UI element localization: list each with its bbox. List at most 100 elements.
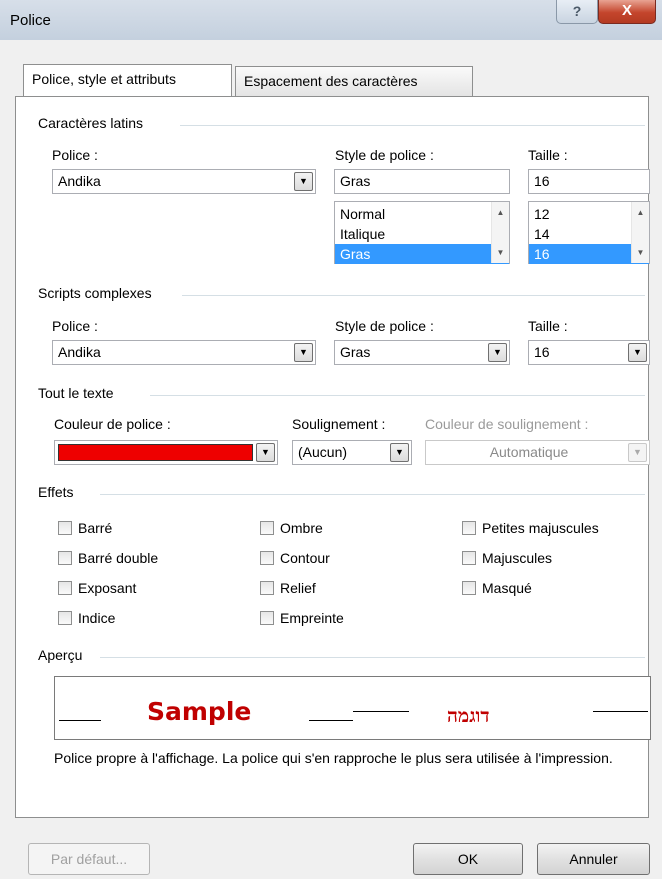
group-divider — [180, 125, 645, 126]
underline-label: Soulignement : — [292, 416, 386, 432]
scrollbar[interactable]: ▲ ▼ — [631, 202, 649, 263]
underline-color-combo: Automatique ▼ — [425, 440, 650, 465]
chevron-down-icon: ▼ — [628, 443, 647, 462]
checkbox-label: Masqué — [482, 580, 532, 596]
latin-font-combo[interactable]: Andika ▼ — [52, 169, 316, 194]
effects-group-label: Effets — [38, 484, 80, 500]
chevron-down-icon[interactable]: ▼ — [390, 443, 409, 462]
checkbox-box[interactable] — [58, 521, 72, 535]
checkbox-label: Ombre — [280, 520, 323, 536]
checkbox-superscript[interactable]: Exposant — [58, 579, 136, 597]
checkbox-emboss[interactable]: Relief — [260, 579, 316, 597]
cancel-button[interactable]: Annuler — [537, 843, 650, 875]
group-divider — [150, 395, 645, 396]
underline-combo[interactable]: (Aucun) ▼ — [292, 440, 412, 465]
checkbox-label: Barré — [78, 520, 113, 536]
complex-style-combo[interactable]: Gras ▼ — [334, 340, 510, 365]
checkbox-label: Petites majuscules — [482, 520, 599, 536]
checkbox-subscript[interactable]: Indice — [58, 609, 115, 627]
checkbox-small-caps[interactable]: Petites majuscules — [462, 519, 599, 537]
ok-button[interactable]: OK — [413, 843, 523, 875]
combo-value: Automatique — [489, 444, 569, 460]
complex-font-label: Police : — [52, 318, 98, 334]
combo-value: Andika — [58, 173, 101, 189]
help-button[interactable]: ? — [556, 0, 598, 24]
scroll-up-icon[interactable]: ▲ — [632, 204, 649, 221]
scroll-down-icon[interactable]: ▼ — [492, 244, 509, 261]
preview-baseline — [353, 711, 409, 712]
tab-character-spacing[interactable]: Espacement des caractères — [235, 66, 473, 96]
list-item[interactable]: Normal — [335, 204, 509, 224]
complex-size-combo[interactable]: 16 ▼ — [528, 340, 650, 365]
list-item[interactable]: Italique — [335, 224, 509, 244]
group-divider — [100, 494, 645, 495]
complex-font-combo[interactable]: Andika ▼ — [52, 340, 316, 365]
checkbox-box[interactable] — [260, 551, 274, 565]
preview-baseline — [593, 711, 648, 712]
chevron-down-icon[interactable]: ▼ — [294, 343, 313, 362]
combo-value: (Aucun) — [298, 444, 348, 460]
scroll-up-icon[interactable]: ▲ — [492, 204, 509, 221]
checkbox-box[interactable] — [260, 611, 274, 625]
chevron-down-icon[interactable]: ▼ — [628, 343, 647, 362]
checkbox-box[interactable] — [260, 521, 274, 535]
combo-value: Andika — [58, 344, 101, 360]
input-value: Gras — [340, 173, 371, 189]
latin-group-label: Caractères latins — [38, 115, 150, 131]
close-button[interactable]: X — [598, 0, 656, 24]
latin-size-input[interactable]: 16 — [528, 169, 650, 194]
combo-value: Gras — [340, 344, 371, 360]
preview-note: Police propre à l'affichage. La police q… — [54, 750, 613, 766]
preview-sample-latin: Sample — [147, 697, 252, 726]
checkbox-shadow[interactable]: Ombre — [260, 519, 323, 537]
latin-style-input[interactable]: Gras — [334, 169, 510, 194]
color-swatch — [58, 444, 253, 461]
checkbox-box[interactable] — [58, 581, 72, 595]
complex-style-label: Style de police : — [335, 318, 434, 334]
chevron-down-icon[interactable]: ▼ — [294, 172, 313, 191]
checkbox-label: Majuscules — [482, 550, 553, 566]
tab-label: Police, style et attributs — [32, 71, 176, 87]
latin-style-label: Style de police : — [335, 147, 434, 163]
font-color-label: Couleur de police : — [54, 416, 171, 432]
chevron-down-icon[interactable]: ▼ — [488, 343, 507, 362]
window-title: Police — [10, 12, 51, 29]
checkbox-engrave[interactable]: Empreinte — [260, 609, 344, 627]
checkbox-hidden[interactable]: Masqué — [462, 579, 532, 597]
chevron-down-icon[interactable]: ▼ — [256, 443, 275, 462]
font-dialog: Police ? X Police, style et attributs Es… — [0, 0, 662, 879]
tab-label: Espacement des caractères — [244, 73, 418, 89]
title-bar: Police ? X — [0, 0, 662, 40]
checkbox-box[interactable] — [462, 581, 476, 595]
checkbox-outline[interactable]: Contour — [260, 549, 330, 567]
preview-group-label: Aperçu — [38, 647, 89, 663]
list-item-selected[interactable]: Gras — [335, 244, 509, 264]
combo-value: 16 — [534, 344, 550, 360]
scroll-down-icon[interactable]: ▼ — [632, 244, 649, 261]
checkbox-label: Exposant — [78, 580, 137, 596]
checkbox-box[interactable] — [58, 551, 72, 565]
preview-baseline — [309, 720, 353, 721]
default-button[interactable]: Par défaut... — [28, 843, 150, 875]
latin-style-list[interactable]: Normal Italique Gras ▲ ▼ — [334, 201, 510, 264]
font-color-combo[interactable]: ▼ — [54, 440, 278, 465]
checkbox-strikethrough[interactable]: Barré — [58, 519, 112, 537]
latin-size-list[interactable]: 12 14 16 ▲ ▼ — [528, 201, 650, 264]
complex-group-label: Scripts complexes — [38, 285, 158, 301]
checkbox-all-caps[interactable]: Majuscules — [462, 549, 552, 567]
latin-font-label: Police : — [52, 147, 98, 163]
tab-font-style-attributes[interactable]: Police, style et attributs — [23, 64, 232, 96]
checkbox-box[interactable] — [260, 581, 274, 595]
scrollbar[interactable]: ▲ ▼ — [491, 202, 509, 263]
underline-color-label: Couleur de soulignement : — [425, 416, 589, 432]
checkbox-label: Barré double — [78, 550, 159, 566]
checkbox-box[interactable] — [462, 551, 476, 565]
preview-box: Sample דוגמה — [54, 676, 651, 740]
preview-baseline — [59, 720, 101, 721]
checkbox-box[interactable] — [462, 521, 476, 535]
checkbox-double-strikethrough[interactable]: Barré double — [58, 549, 158, 567]
checkbox-label: Empreinte — [280, 610, 344, 626]
checkbox-box[interactable] — [58, 611, 72, 625]
checkbox-label: Contour — [280, 550, 330, 566]
all-text-group-label: Tout le texte — [38, 385, 120, 401]
